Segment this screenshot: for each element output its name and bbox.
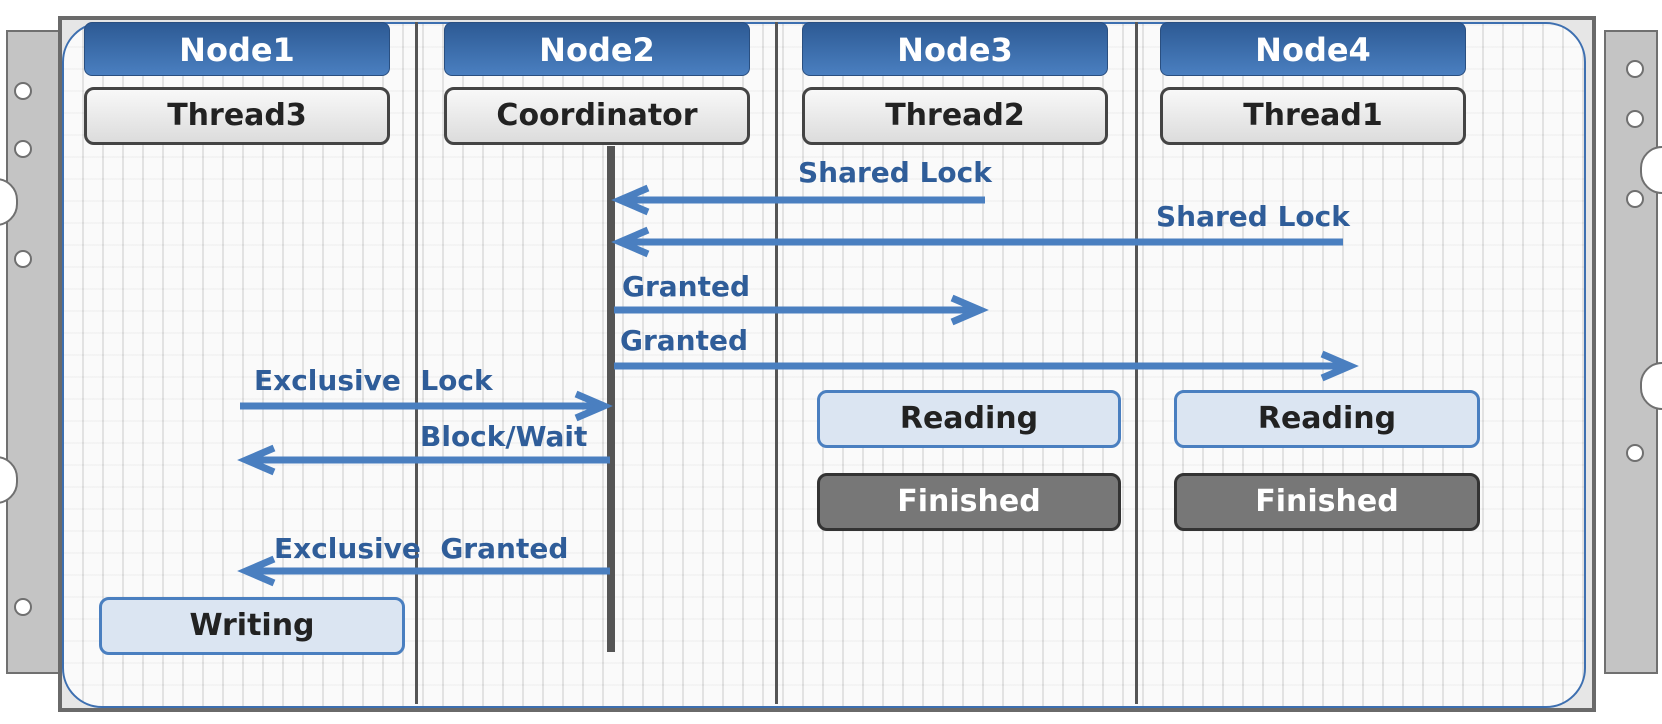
node4-finished-state: Finished xyxy=(1174,473,1480,531)
msg-label-shared-lock-1: Shared Lock xyxy=(798,156,992,189)
node1-writing-state: Writing xyxy=(99,597,405,655)
msg-label-exclusive-lock: Exclusive Lock xyxy=(254,364,493,397)
msg-label-granted-2: Granted xyxy=(620,324,749,357)
arrow-granted-thread1 xyxy=(614,350,1359,382)
node3-finished-state: Finished xyxy=(817,473,1121,531)
msg-label-exclusive-granted: Exclusive Granted xyxy=(274,532,569,565)
msg-label-granted-1: Granted xyxy=(622,270,751,303)
msg-label-shared-lock-2: Shared Lock xyxy=(1156,200,1350,233)
node3-reading-state: Reading xyxy=(817,390,1121,448)
node4-reading-state: Reading xyxy=(1174,390,1480,448)
arrow-exclusive-lock xyxy=(240,390,613,422)
arrow-shared-lock-thread2 xyxy=(611,184,985,216)
msg-label-block-wait: Block/Wait xyxy=(420,420,588,453)
arrow-shared-lock-thread1 xyxy=(611,226,1343,258)
